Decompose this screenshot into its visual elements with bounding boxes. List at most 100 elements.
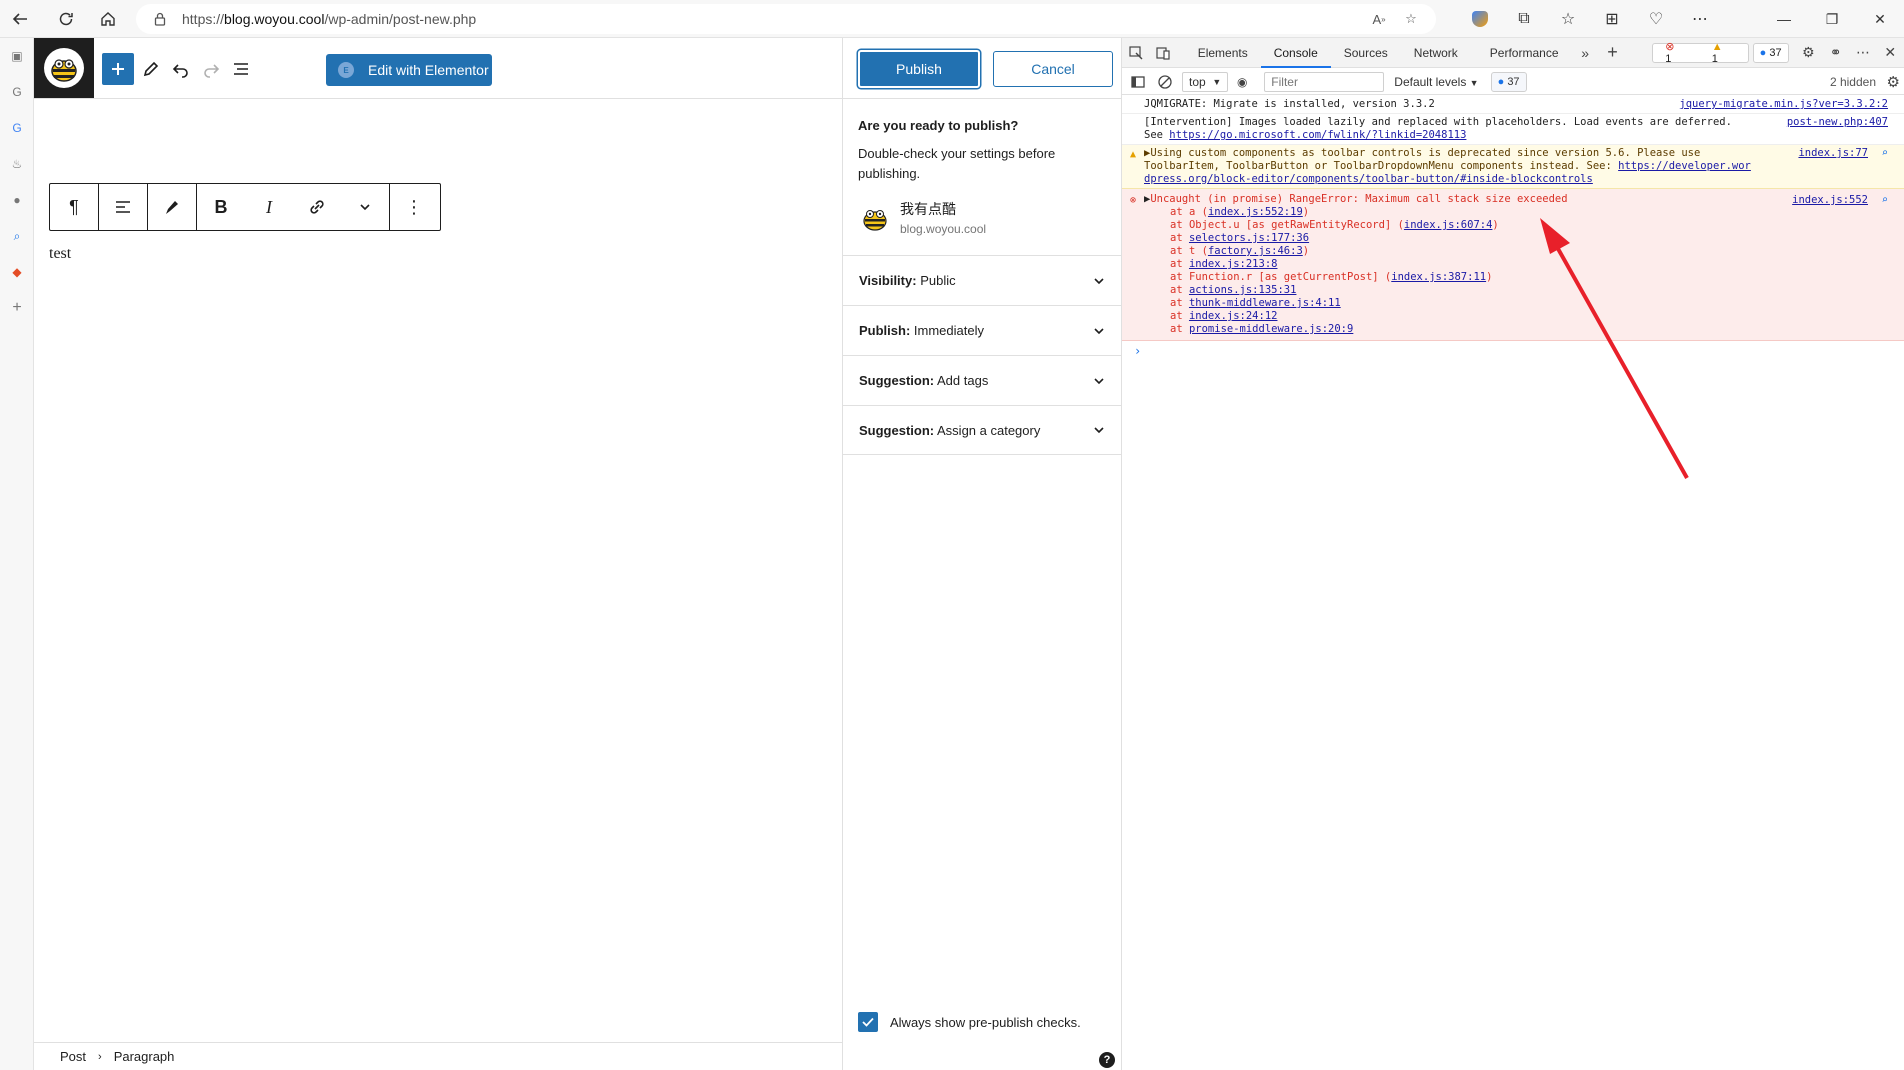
search-icon[interactable]: ⌕ <box>1882 147 1888 160</box>
console-message-count[interactable]: ● 37 <box>1490 71 1527 92</box>
home-button[interactable] <box>88 0 128 38</box>
frame-prefix: at <box>1170 284 1189 296</box>
breadcrumb-post[interactable]: Post <box>60 1049 86 1064</box>
message-source-link[interactable]: jquery-migrate.min.js?ver=3.3.2:2 <box>1679 98 1888 111</box>
paragraph-block[interactable]: test <box>49 245 71 263</box>
frame-link[interactable]: index.js:213:8 <box>1189 258 1278 270</box>
add-sidebar-icon[interactable]: + <box>0 290 34 326</box>
shield-extension-icon[interactable] <box>1460 0 1500 38</box>
highlight-button[interactable] <box>148 184 196 230</box>
sidebar-app-icon[interactable]: ♨ <box>0 146 34 182</box>
edit-with-elementor-button[interactable]: E Edit with Elementor <box>326 54 492 86</box>
more-tabs-icon[interactable]: » <box>1572 38 1599 68</box>
frame-link[interactable]: index.js:607:4 <box>1404 219 1493 231</box>
redo-icon <box>204 64 220 78</box>
frame-link[interactable]: actions.js:135:31 <box>1189 284 1296 296</box>
refresh-button[interactable] <box>46 0 86 38</box>
paragraph-block-button[interactable]: ¶ <box>50 184 98 230</box>
console-settings-gear-icon[interactable]: ⚙ <box>1887 73 1900 91</box>
message-link[interactable]: https://go.microsoft.com/fwlink/?linkid=… <box>1169 129 1466 141</box>
category-suggestion-toggle[interactable]: Suggestion: Assign a category <box>843 405 1123 455</box>
message-link[interactable]: dpress.org/block-editor/components/toolb… <box>1144 173 1593 185</box>
publish-time-panel-toggle[interactable]: Publish: Immediately <box>843 305 1123 355</box>
tab-elements[interactable]: Elements <box>1185 38 1261 68</box>
collections-icon[interactable]: ⊞ <box>1592 0 1632 38</box>
clear-console-icon[interactable] <box>1154 67 1176 97</box>
frame-link[interactable]: index.js:24:12 <box>1189 310 1278 322</box>
undo-button[interactable] <box>165 53 197 85</box>
messages-counter[interactable]: ● 37 <box>1752 42 1789 63</box>
message-source-link[interactable]: index.js:77 <box>1798 147 1868 160</box>
bold-button[interactable]: B <box>197 184 245 230</box>
live-expression-eye-icon[interactable]: ◉ <box>1228 67 1256 97</box>
console-prompt[interactable]: › <box>1122 341 1904 358</box>
tab-sources[interactable]: Sources <box>1331 38 1401 68</box>
warning-counter: ▲ 1 <box>1700 41 1748 65</box>
frame-link[interactable]: promise-middleware.js:20:9 <box>1189 323 1353 335</box>
frame-link[interactable]: index.js:387:11 <box>1391 271 1486 283</box>
back-button[interactable] <box>0 0 40 38</box>
align-button[interactable] <box>99 184 147 230</box>
block-options-button[interactable]: ⋮ <box>390 184 438 230</box>
log-levels-select[interactable]: Default levels ▼ <box>1394 75 1478 89</box>
always-show-checks-checkbox[interactable]: Always show pre-publish checks. <box>858 1012 1081 1032</box>
inspect-element-icon[interactable] <box>1122 38 1149 68</box>
tags-suggestion-toggle[interactable]: Suggestion: Add tags <box>843 355 1123 405</box>
frame-link[interactable]: index.js:552:19 <box>1208 206 1303 218</box>
frame-link[interactable]: factory.js:46:3 <box>1208 245 1303 257</box>
sidebar-app-icon[interactable]: G <box>0 74 34 110</box>
settings-gear-icon[interactable]: ⚙ <box>1795 38 1822 68</box>
row-key: Suggestion: <box>859 373 935 388</box>
tab-network[interactable]: Network <box>1401 38 1471 68</box>
favorites-icon[interactable]: ☆ <box>1548 0 1588 38</box>
close-window-icon[interactable]: ✕ <box>1856 0 1904 38</box>
restore-icon[interactable]: ❐ <box>1808 0 1856 38</box>
site-logo[interactable] <box>34 38 94 98</box>
read-aloud-icon[interactable]: A» <box>1370 10 1388 28</box>
visibility-panel-toggle[interactable]: Visibility: Public <box>843 255 1123 305</box>
message-source-link[interactable]: index.js:552 <box>1792 194 1868 207</box>
more-options-icon[interactable]: ⋯ <box>1849 38 1876 68</box>
git-icon[interactable]: ◆ <box>0 254 34 290</box>
italic-button[interactable]: I <box>245 184 293 230</box>
minimize-icon[interactable]: — <box>1760 0 1808 38</box>
tab-console[interactable]: Console <box>1260 38 1331 68</box>
add-block-button[interactable] <box>102 53 134 85</box>
console-filter-input[interactable] <box>1264 71 1385 92</box>
document-overview-button[interactable] <box>225 53 257 85</box>
chevron-down-icon <box>1094 277 1104 284</box>
frame-prefix: at a ( <box>1170 206 1208 218</box>
redo-button[interactable] <box>195 53 227 85</box>
connect-icon[interactable]: ⚭ <box>1822 38 1849 68</box>
publish-button[interactable]: Publish <box>858 50 980 88</box>
more-menu-icon[interactable]: ⋯ <box>1680 0 1720 38</box>
help-icon[interactable]: ? <box>1099 1052 1115 1068</box>
favorite-star-icon[interactable]: ☆ <box>1402 10 1420 28</box>
tools-button[interactable] <box>135 53 167 85</box>
close-devtools-icon[interactable]: ✕ <box>1877 38 1904 68</box>
google-icon[interactable]: G <box>0 110 34 146</box>
sidebar-toggle-icon[interactable] <box>1122 67 1154 97</box>
add-tab-icon[interactable]: + <box>1599 38 1626 68</box>
tabs-icon[interactable]: ▣ <box>0 38 34 74</box>
performance-heart-icon[interactable]: ♡ <box>1636 0 1676 38</box>
frame-link[interactable]: selectors.js:177:36 <box>1189 232 1309 244</box>
more-formats-button[interactable] <box>341 184 389 230</box>
search-icon[interactable]: ⌕ <box>0 218 34 254</box>
puzzle-icon[interactable]: ⧉ <box>1504 0 1544 38</box>
frame-link[interactable]: thunk-middleware.js:4:11 <box>1189 297 1341 309</box>
breadcrumb-paragraph[interactable]: Paragraph <box>114 1049 175 1064</box>
bee-site-icon[interactable]: ● <box>0 182 34 218</box>
device-emulation-icon[interactable] <box>1149 38 1176 68</box>
address-bar[interactable]: https://blog.woyou.cool/wp-admin/post-ne… <box>136 4 1436 34</box>
link-button[interactable] <box>293 184 341 230</box>
cancel-button[interactable]: Cancel <box>993 51 1113 87</box>
frame-prefix: at <box>1170 297 1189 309</box>
issue-counters[interactable]: ⊗ 1 ▲ 1 <box>1652 41 1749 65</box>
context-select[interactable]: top ▼ <box>1182 71 1229 92</box>
message-source-link[interactable]: post-new.php:407 <box>1787 116 1888 129</box>
message-text: JQMIGRATE: Migrate is installed, version… <box>1144 98 1435 110</box>
tab-performance[interactable]: Performance <box>1477 38 1572 68</box>
search-icon[interactable]: ⌕ <box>1882 194 1888 207</box>
message-link[interactable]: https://developer.wor <box>1618 160 1751 172</box>
